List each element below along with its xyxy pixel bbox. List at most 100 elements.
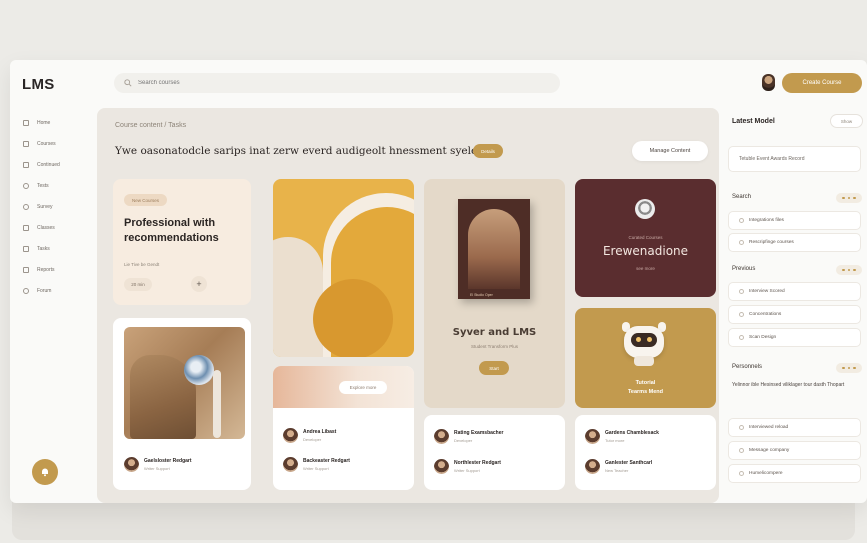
abstract-arch-card[interactable] [273,179,414,357]
book-art [468,209,520,289]
more-icon[interactable] [836,193,862,203]
arch-shape [273,237,323,357]
item-label: Rescripfinge courses [749,240,794,245]
circle-shape [313,279,393,357]
list-item[interactable]: Concentrations [728,305,861,324]
person-role: Writer Support [454,468,480,473]
person-name: Backeaster Redgart [303,458,350,464]
sidebar-item-forum[interactable]: Forum [10,284,95,298]
item-label: Scan Design [749,335,777,340]
list-item[interactable]: Integrations files [728,211,861,230]
notifications-button[interactable] [32,459,58,485]
curated-card[interactable]: Curated Courses Erewenadione see more [575,179,716,297]
book-caption: El Studio Oper [470,293,493,297]
show-toggle[interactable]: Show [830,114,863,128]
details-button[interactable]: Details [473,144,503,158]
avatar [434,459,449,474]
sidebar-item-reports[interactable]: Reports [10,263,95,277]
chart-icon [23,246,29,252]
manage-content-button[interactable]: Manage Content [632,141,708,161]
create-course-button[interactable]: Create Course [782,73,862,93]
section-heading: Previous [732,266,756,272]
more-icon[interactable] [836,363,862,373]
list-item[interactable]: Gaelsloster Redgart Writer Support [124,457,192,472]
item-label: Humelicompere [749,471,783,476]
robot-card[interactable]: Tutorial Tearms Mend [575,308,716,408]
book-icon [23,141,29,147]
circle-icon [739,218,744,223]
person-name: Northlester Redgart [454,460,501,466]
person-role: Tutor more [605,438,625,443]
sidebar-item-label: Reports [37,267,55,273]
survey-icon [23,204,29,210]
background-shelf [12,500,855,540]
list-item[interactable]: Scan Design [728,328,861,347]
see-more-link[interactable]: see more [575,266,716,271]
avatar [585,459,600,474]
item-label: Interview Scored [749,289,785,294]
robot-face [631,333,657,347]
item-label: Message company [749,448,790,453]
avatar [283,428,298,443]
sidebar-item-survey[interactable]: Survey [10,200,95,214]
explore-button[interactable]: Explore more [339,381,387,394]
robot-body [634,356,654,366]
search-input[interactable] [138,80,338,86]
sidebar-item-tests[interactable]: Tests [10,179,95,193]
circle-icon [739,289,744,294]
section-heading: Search [732,194,752,200]
person-name: Gaelsloster Redgart [144,458,192,464]
stick-shape [213,370,221,438]
people-card[interactable]: Rating Examsbacher Developer Northlester … [424,415,565,490]
sidebar-item-continued[interactable]: Continued [10,158,95,172]
list-item[interactable]: Ganlester Santhcarl New Teacher [585,459,652,474]
course-card-fabric[interactable]: Gaelsloster Redgart Writer Support [113,318,251,490]
start-button[interactable]: Start [479,361,509,375]
add-button[interactable]: + [191,276,207,292]
robot-eye [647,337,652,342]
list-item[interactable]: Rescripfinge courses [728,233,861,252]
person-role: New Teacher [605,468,629,473]
sidebar-item-home[interactable]: Home [10,116,95,130]
test-icon [23,183,29,189]
item-label: Concentrations [749,312,782,317]
grid-icon [23,120,29,126]
report-icon [23,267,29,273]
card-title-line: Tutorial [635,380,656,386]
person-name: Andrea Libast [303,429,337,435]
list-item[interactable]: Message company [728,441,861,460]
avatar [283,457,298,472]
forum-icon [23,288,29,294]
badge-icon [635,199,655,219]
user-avatar[interactable] [762,74,775,91]
person-role: Writer Support [144,466,170,471]
list-item[interactable]: Humelicompere [728,464,861,483]
app-logo[interactable]: LMS [22,76,55,93]
person-name: Gardens Chamblesack [605,430,659,436]
breadcrumb[interactable]: Course content / Tasks [115,122,186,129]
list-item[interactable]: Backeaster Redgart Writer Support [283,457,350,472]
recommendation-card[interactable]: New Courses Professional with recommenda… [113,179,251,305]
list-item[interactable]: Andrea Libast Developer [283,428,336,443]
panel-title: Latest Model [732,118,775,125]
people-card[interactable]: Explore more Andrea Libast Developer Back… [273,366,414,490]
duration-chip[interactable]: 20 min [124,278,152,291]
sidebar-item-courses[interactable]: Courses [10,137,95,151]
list-item[interactable]: Interviewed reload [728,418,861,437]
event-box[interactable]: Tetuble Event Awards Record [728,146,861,172]
list-item[interactable]: Northlester Redgart Writer Support [434,459,501,474]
main-panel: Course content / Tasks Ywe oasonatodcle … [97,108,719,503]
sidebar-item-classes[interactable]: Classes [10,221,95,235]
person-role: Developer [454,438,473,443]
more-icon[interactable] [836,265,862,275]
list-item[interactable]: Interview Scored [728,282,861,301]
people-card[interactable]: Gardens Chamblesack Tutor more Ganlester … [575,415,716,490]
person-role: Developer [303,437,322,442]
sidebar-item-tasks[interactable]: Tasks [10,242,95,256]
list-item[interactable]: Gardens Chamblesack Tutor more [585,429,659,444]
card-tag: New Courses [124,194,168,206]
circle-icon [739,240,744,245]
list-item[interactable]: Rating Examsbacher Developer [434,429,503,444]
featured-course-card[interactable]: El Studio Oper Syver and LMS Student Tra… [424,179,565,408]
search-bar[interactable] [114,73,560,93]
